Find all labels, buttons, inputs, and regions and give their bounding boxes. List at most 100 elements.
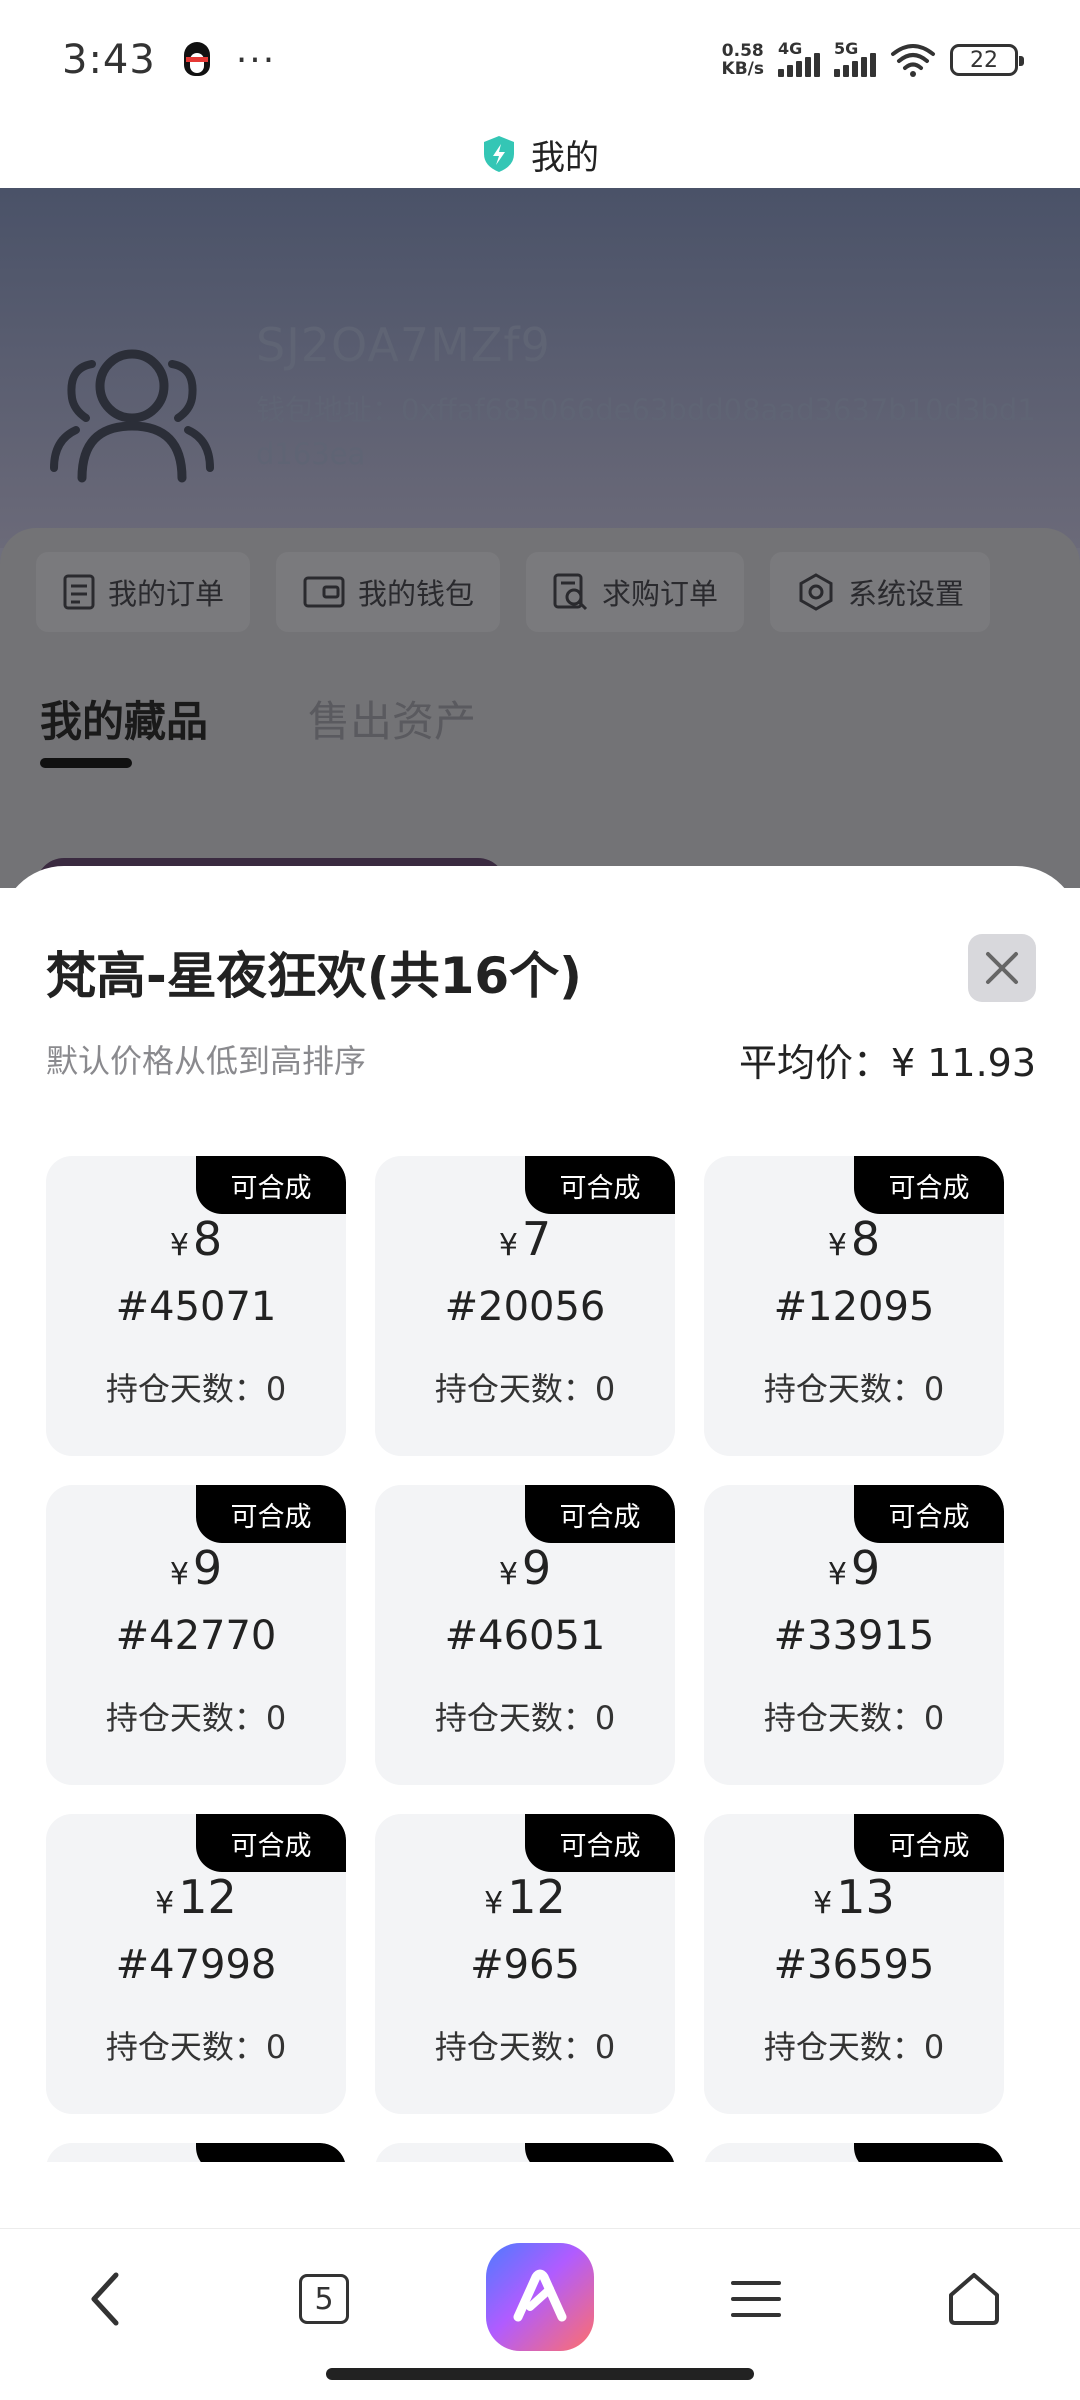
holding-days: 持仓天数：0 xyxy=(704,1364,1004,1410)
currency-symbol: ¥ xyxy=(484,1886,504,1921)
page-title: 我的 xyxy=(531,137,599,178)
purchase-search-icon xyxy=(553,573,588,611)
status-indicators: 0.58 KB/s 4G 5G 22 xyxy=(722,39,1024,78)
holding-days: 持仓天数：0 xyxy=(704,2022,1004,2068)
holding-days-value: 0 xyxy=(923,1699,945,1737)
system-settings-button[interactable]: 系统设置 xyxy=(770,552,991,632)
currency-symbol: ¥ xyxy=(827,1228,847,1263)
synthesizable-badge: 可合成 xyxy=(196,1814,346,1872)
holding-days: 持仓天数：0 xyxy=(375,2022,675,2068)
item-serial: #12095 xyxy=(773,1284,935,1330)
currency-symbol: ¥ xyxy=(813,1886,833,1921)
item-card[interactable]: 可合成 ¥7 #20056 持仓天数：0 xyxy=(375,1156,675,1456)
currency-symbol: ¥ xyxy=(498,1228,518,1263)
item-price: ¥13 xyxy=(704,1870,1004,1924)
currency-symbol: ¥ xyxy=(827,1557,847,1592)
battery-level: 22 xyxy=(970,47,998,73)
holding-days: 持仓天数：0 xyxy=(375,1364,675,1410)
item-card[interactable]: 可合成 ¥9 #46051 持仓天数：0 xyxy=(375,1485,675,1785)
wallet-address[interactable]: 钱包地址：0xffaf685066de63bdd08aad3637b10d3bd… xyxy=(256,388,1046,476)
menu-button[interactable] xyxy=(706,2249,806,2349)
item-price-value: 13 xyxy=(836,1870,895,1924)
item-price: ¥12 xyxy=(46,1870,346,1924)
item-card[interactable]: 可合成 ¥8 #12095 持仓天数：0 xyxy=(704,1156,1004,1456)
sort-hint: 默认价格从低到高排序 xyxy=(46,1042,367,1080)
home-icon xyxy=(949,2273,999,2325)
item-card[interactable]: 可合成 ¥9 #33915 持仓天数：0 xyxy=(704,1485,1004,1785)
holding-days-value: 0 xyxy=(923,2028,945,2066)
item-serial: #47998 xyxy=(115,1942,277,1988)
signal-5g-icon: 5G xyxy=(834,39,876,77)
close-icon xyxy=(986,952,1018,984)
synthesizable-badge: 可合成 xyxy=(196,1156,346,1214)
back-icon xyxy=(91,2272,119,2326)
menu-panel: 我的订单 我的钱包 求购订单 系统设置 我的藏品 售出资产 xyxy=(0,528,1080,918)
status-time: 3:43 xyxy=(62,37,156,83)
tab-my-collections[interactable]: 我的藏品 xyxy=(40,688,208,768)
holding-days-label: 持仓天数： xyxy=(763,2028,924,2066)
home-button[interactable] xyxy=(924,2249,1024,2349)
holding-days-value: 0 xyxy=(265,1699,287,1737)
item-card[interactable]: 可合成 ¥9 #42770 持仓天数：0 xyxy=(46,1485,346,1785)
item-serial: #33915 xyxy=(773,1613,935,1659)
holding-days-label: 持仓天数： xyxy=(763,1699,924,1737)
back-button[interactable] xyxy=(56,2249,156,2349)
tab-sold-assets[interactable]: 售出资产 xyxy=(308,688,476,749)
holding-days-label: 持仓天数： xyxy=(434,1370,595,1408)
my-wallet-label: 我的钱包 xyxy=(358,577,475,611)
my-orders-button[interactable]: 我的订单 xyxy=(36,552,251,632)
battery-icon: 22 xyxy=(950,44,1024,76)
item-card[interactable]: 可合成 ¥8 #45071 持仓天数：0 xyxy=(46,1156,346,1456)
tab-sold-assets-label: 售出资产 xyxy=(308,697,477,746)
purchase-orders-button[interactable]: 求购订单 xyxy=(526,552,745,632)
synthesizable-badge: 可合成 xyxy=(525,1156,675,1214)
signal-5g-label: 5G xyxy=(834,39,859,58)
item-price-value: 7 xyxy=(521,1212,552,1266)
my-orders-label: 我的订单 xyxy=(108,577,225,611)
currency-symbol: ¥ xyxy=(155,1886,175,1921)
item-price-value: 12 xyxy=(507,1870,566,1924)
synthesizable-badge: 可合成 xyxy=(196,1485,346,1543)
holding-days: 持仓天数：0 xyxy=(46,2022,346,2068)
quick-menu: 我的订单 我的钱包 求购订单 系统设置 xyxy=(36,552,991,632)
wifi-icon xyxy=(891,44,935,77)
username: SJ2OA7MZf9 xyxy=(256,318,551,372)
item-price-value: 12 xyxy=(178,1870,237,1924)
holding-days: 持仓天数：0 xyxy=(46,1693,346,1739)
holding-days-label: 持仓天数： xyxy=(105,2028,266,2066)
holding-days-label: 持仓天数： xyxy=(763,1370,924,1408)
item-price-value: 9 xyxy=(521,1541,552,1595)
item-price: ¥9 xyxy=(704,1541,1004,1595)
collection-tabs: 我的藏品 售出资产 xyxy=(40,688,476,768)
avatar-users-icon[interactable] xyxy=(46,338,218,488)
item-price: ¥9 xyxy=(375,1541,675,1595)
signal-4g-icon: 4G xyxy=(778,39,820,77)
holding-days-label: 持仓天数： xyxy=(434,2028,595,2066)
item-price: ¥12 xyxy=(375,1870,675,1924)
tabs-button[interactable]: 5 xyxy=(274,2249,374,2349)
average-price: 平均价：¥ 11.93 xyxy=(739,1032,1036,1087)
item-card[interactable]: 可合成 ¥12 #47998 持仓天数：0 xyxy=(46,1814,346,2114)
network-speed: 0.58 KB/s xyxy=(722,42,764,78)
item-card[interactable]: 可合成 ¥12 #965 持仓天数：0 xyxy=(375,1814,675,2114)
item-card[interactable]: 可合成 ¥13 #36595 持仓天数：0 xyxy=(704,1814,1004,2114)
item-price: ¥8 xyxy=(704,1212,1004,1266)
ai-assistant-button[interactable] xyxy=(486,2243,594,2351)
sheet-bottom-area xyxy=(0,2162,1080,2228)
menu-icon xyxy=(731,2281,781,2317)
my-wallet-button[interactable]: 我的钱包 xyxy=(276,552,501,632)
currency-symbol: ¥ xyxy=(498,1557,518,1592)
close-button[interactable] xyxy=(968,934,1036,1002)
signal-4g-label: 4G xyxy=(778,39,803,58)
settings-icon xyxy=(799,573,833,611)
status-bar: 3:43 ··· 0.58 KB/s 4G 5G 22 xyxy=(0,0,1080,120)
sheet-title: 梵高-星夜狂欢(共16个) xyxy=(46,947,583,1005)
title-bar: 我的 xyxy=(0,120,1080,188)
network-speed-value: 0.58 xyxy=(721,41,764,61)
synthesizable-badge: 可合成 xyxy=(525,1814,675,1872)
home-indicator-bar[interactable] xyxy=(326,2368,754,2380)
item-serial: #46051 xyxy=(444,1613,606,1659)
holding-days-value: 0 xyxy=(265,2028,287,2066)
item-grid: 可合成 ¥8 #45071 持仓天数：0 可合成 ¥7 #20056 持仓天数：… xyxy=(46,1156,1046,2203)
active-tab-indicator xyxy=(40,758,132,768)
